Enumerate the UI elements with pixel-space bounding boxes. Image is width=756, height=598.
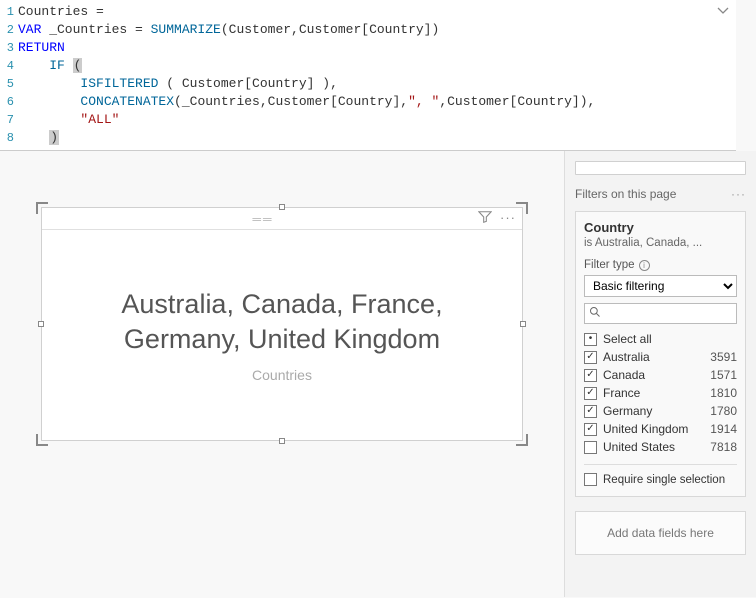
filter-value-count: 1571 xyxy=(710,368,737,382)
resize-handle[interactable] xyxy=(36,202,48,214)
checkbox-icon[interactable] xyxy=(584,473,597,486)
card-value: Australia, Canada, France, Germany, Unit… xyxy=(62,287,502,357)
resize-handle[interactable] xyxy=(38,321,44,327)
code-content[interactable]: CONCATENATEX(_Countries,Customer[Country… xyxy=(18,93,736,111)
resize-handle[interactable] xyxy=(516,434,528,446)
resize-handle[interactable] xyxy=(520,321,526,327)
add-data-fields-dropzone[interactable]: Add data fields here xyxy=(575,511,746,555)
code-line[interactable]: 7 "ALL" xyxy=(0,111,736,129)
code-content[interactable]: Countries = xyxy=(18,3,736,21)
chevron-down-icon[interactable] xyxy=(716,4,730,22)
filter-value-label: Australia xyxy=(603,350,650,364)
line-number: 4 xyxy=(0,57,18,75)
filters-panel: Filters on this page ··· Country is Aust… xyxy=(564,151,756,597)
info-icon[interactable]: i xyxy=(639,260,650,271)
checkbox-icon[interactable]: • xyxy=(584,333,597,346)
filter-value-count: 1810 xyxy=(710,386,737,400)
filter-value-row[interactable]: United States 7818 xyxy=(584,438,737,456)
code-line[interactable]: 6 CONCATENATEX(_Countries,Customer[Count… xyxy=(0,93,736,111)
code-content[interactable]: VAR _Countries = SUMMARIZE(Customer,Cust… xyxy=(18,21,736,39)
filter-select-all[interactable]: • Select all xyxy=(584,330,737,348)
resize-handle[interactable] xyxy=(516,202,528,214)
filter-value-row[interactable]: ✓ Australia 3591 xyxy=(584,348,737,366)
filter-type-label: Filter type xyxy=(584,259,635,271)
line-number: 5 xyxy=(0,75,18,93)
code-content[interactable]: ) xyxy=(18,129,736,147)
filter-value-label: United Kingdom xyxy=(603,422,688,436)
filter-value-row[interactable]: ✓ Canada 1571 xyxy=(584,366,737,384)
visual-header: ══ ··· xyxy=(42,208,522,230)
code-line[interactable]: 8 ) xyxy=(0,129,736,147)
filter-search-input[interactable] xyxy=(605,307,756,321)
card-category-label: Countries xyxy=(252,367,312,383)
checkbox-icon[interactable] xyxy=(584,441,597,454)
filter-value-label: Canada xyxy=(603,368,645,382)
more-options-icon[interactable]: ··· xyxy=(731,187,746,201)
filter-value-label: Germany xyxy=(603,404,652,418)
code-content[interactable]: RETURN xyxy=(18,39,736,57)
filter-value-row[interactable]: ✓ Germany 1780 xyxy=(584,402,737,420)
checkbox-icon[interactable]: ✓ xyxy=(584,369,597,382)
filter-summary: is Australia, Canada, ... xyxy=(584,237,737,249)
code-content[interactable]: "ALL" xyxy=(18,111,736,129)
report-canvas[interactable]: ══ ··· Australia, Canada, France, German… xyxy=(0,151,564,597)
code-line[interactable]: 3RETURN xyxy=(0,39,736,57)
checkbox-icon[interactable]: ✓ xyxy=(584,387,597,400)
dax-formula-editor[interactable]: 1Countries = 2VAR _Countries = SUMMARIZE… xyxy=(0,0,736,151)
line-number: 6 xyxy=(0,93,18,111)
filter-value-row[interactable]: ✓ United Kingdom 1914 xyxy=(584,420,737,438)
filter-value-row[interactable]: ✓ France 1810 xyxy=(584,384,737,402)
filter-search[interactable] xyxy=(584,303,737,324)
filters-section-title: Filters on this page xyxy=(575,187,676,201)
filter-icon[interactable] xyxy=(478,210,492,227)
require-single-label: Require single selection xyxy=(603,474,725,486)
code-line[interactable]: 1Countries = xyxy=(0,3,736,21)
code-line[interactable]: 5 ISFILTERED ( Customer[Country] ), xyxy=(0,75,736,93)
resize-handle[interactable] xyxy=(279,204,285,210)
resize-handle[interactable] xyxy=(279,438,285,444)
line-number: 8 xyxy=(0,129,18,147)
filter-type-select[interactable]: Basic filtering xyxy=(584,275,737,297)
filter-value-label: United States xyxy=(603,440,675,454)
line-number: 7 xyxy=(0,111,18,129)
filter-value-count: 3591 xyxy=(710,350,737,364)
line-number: 3 xyxy=(0,39,18,57)
code-line[interactable]: 2VAR _Countries = SUMMARIZE(Customer,Cus… xyxy=(0,21,736,39)
resize-handle[interactable] xyxy=(36,434,48,446)
filter-value-count: 7818 xyxy=(710,440,737,454)
code-content[interactable]: ISFILTERED ( Customer[Country] ), xyxy=(18,75,736,93)
checkbox-icon[interactable]: ✓ xyxy=(584,423,597,436)
drag-grip-icon[interactable]: ══ xyxy=(48,212,478,226)
filter-card-country[interactable]: Country is Australia, Canada, ... Filter… xyxy=(575,211,746,497)
divider xyxy=(584,464,737,465)
filter-value-label: France xyxy=(603,386,640,400)
filter-field-name: Country xyxy=(584,220,737,235)
filter-value-count: 1914 xyxy=(710,422,737,436)
filter-value-count: 1780 xyxy=(710,404,737,418)
select-all-label: Select all xyxy=(603,332,652,346)
checkbox-icon[interactable]: ✓ xyxy=(584,405,597,418)
collapsed-section[interactable] xyxy=(575,161,746,175)
line-number: 1 xyxy=(0,3,18,21)
card-visual[interactable]: ══ ··· Australia, Canada, France, German… xyxy=(41,207,523,441)
line-number: 2 xyxy=(0,21,18,39)
code-content[interactable]: IF ( xyxy=(18,57,736,75)
more-options-icon[interactable]: ··· xyxy=(500,210,516,227)
search-icon xyxy=(589,306,601,321)
checkbox-icon[interactable]: ✓ xyxy=(584,351,597,364)
code-line[interactable]: 4 IF ( xyxy=(0,57,736,75)
